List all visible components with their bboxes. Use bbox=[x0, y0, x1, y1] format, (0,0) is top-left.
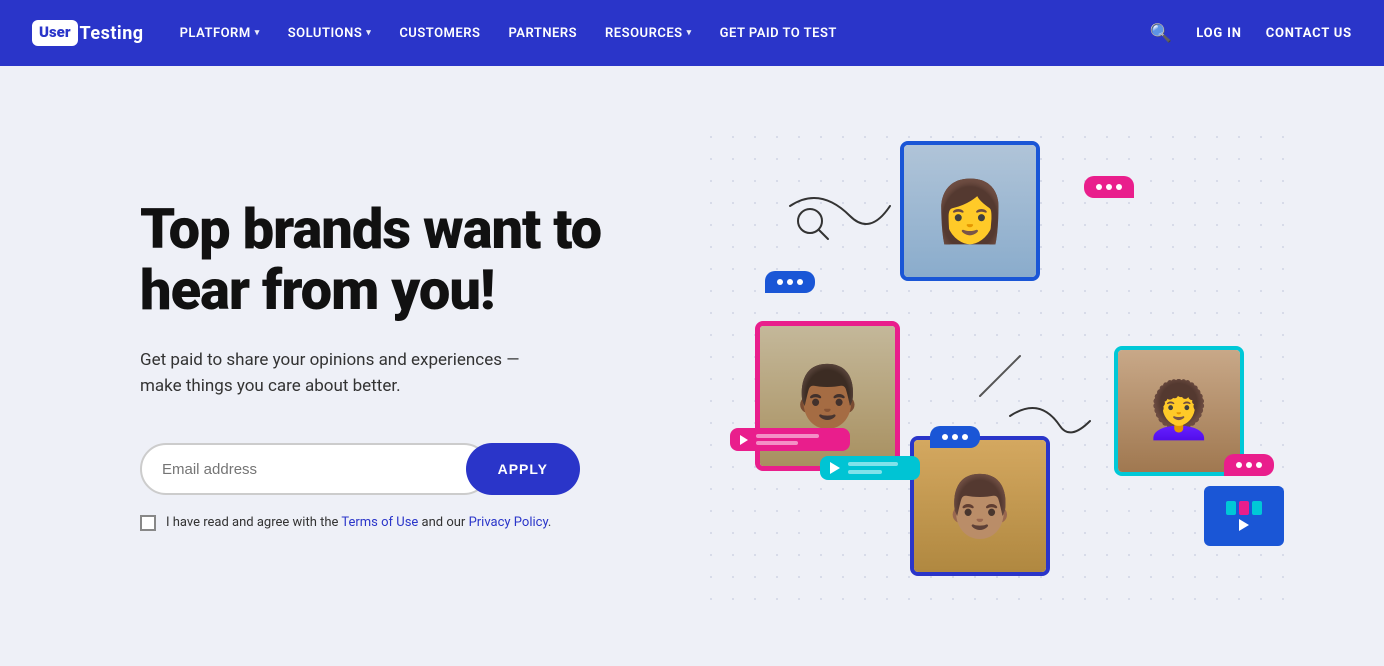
play-icon bbox=[1239, 519, 1249, 531]
privacy-policy-link[interactable]: Privacy Policy bbox=[469, 515, 548, 530]
film-strip bbox=[1204, 486, 1284, 546]
terms-checkbox[interactable] bbox=[140, 515, 156, 531]
bubble-dot bbox=[1116, 184, 1122, 190]
chat-bubble-4 bbox=[1224, 454, 1274, 476]
video-play-bar-2 bbox=[730, 428, 850, 451]
email-input[interactable] bbox=[162, 461, 468, 478]
chevron-down-icon: ▾ bbox=[255, 28, 260, 38]
apply-button[interactable]: APPLY bbox=[466, 443, 580, 495]
bubble-dot bbox=[1256, 462, 1262, 468]
play-icon bbox=[740, 435, 748, 445]
nav-partners[interactable]: PARTNERS bbox=[508, 26, 577, 41]
logo-testing-text: Testing bbox=[80, 23, 144, 44]
chat-bubble-3 bbox=[930, 426, 980, 448]
bubble-dot bbox=[1246, 462, 1252, 468]
bubble-dot bbox=[1096, 184, 1102, 190]
terms-row: I have read and agree with the Terms of … bbox=[140, 513, 560, 533]
hero-subtitle: Get paid to share your opinions and expe… bbox=[140, 348, 560, 399]
hero-section: Top brands want to hear from you! Get pa… bbox=[0, 66, 1384, 666]
nav-links: PLATFORM ▾ SOLUTIONS ▾ CUSTOMERS PARTNER… bbox=[180, 26, 1150, 41]
bubble-dot bbox=[952, 434, 958, 440]
chevron-down-icon: ▾ bbox=[687, 28, 692, 38]
contact-link[interactable]: CONTACT US bbox=[1266, 26, 1352, 41]
logo[interactable]: User Testing bbox=[32, 20, 144, 46]
bubble-dot bbox=[787, 279, 793, 285]
nav-platform[interactable]: PLATFORM ▾ bbox=[180, 26, 260, 41]
logo-user-box: User bbox=[32, 20, 78, 46]
terms-text: I have read and agree with the Terms of … bbox=[166, 513, 551, 533]
person-card-4: 👨🏽 bbox=[910, 436, 1050, 576]
bubble-dot bbox=[777, 279, 783, 285]
chat-bubble-1 bbox=[765, 271, 815, 293]
person-card-3: 👩‍🦱 bbox=[1114, 346, 1244, 476]
hero-title: Top brands want to hear from you! bbox=[140, 199, 660, 320]
nav-solutions[interactable]: SOLUTIONS ▾ bbox=[288, 26, 372, 41]
bubble-dot bbox=[797, 279, 803, 285]
chat-bubble-2 bbox=[1084, 176, 1134, 198]
terms-of-use-link[interactable]: Terms of Use bbox=[341, 515, 418, 530]
bubble-dot bbox=[1106, 184, 1112, 190]
email-input-wrap bbox=[140, 443, 490, 495]
email-form: APPLY bbox=[140, 443, 580, 495]
nav-get-paid[interactable]: GET PAID TO TEST bbox=[720, 26, 837, 41]
bubble-dot bbox=[1236, 462, 1242, 468]
hero-illustration: 👩 👨🏾 👩‍🦱 👨🏽 bbox=[700, 126, 1304, 606]
nav-customers[interactable]: CUSTOMERS bbox=[399, 26, 480, 41]
nav-resources[interactable]: RESOURCES ▾ bbox=[605, 26, 692, 41]
chevron-down-icon: ▾ bbox=[366, 28, 371, 38]
login-link[interactable]: LOG IN bbox=[1196, 26, 1241, 41]
nav-right: 🔍 LOG IN CONTACT US bbox=[1150, 23, 1352, 44]
hero-left: Top brands want to hear from you! Get pa… bbox=[140, 199, 660, 532]
bubble-dot bbox=[962, 434, 968, 440]
bubble-dot bbox=[942, 434, 948, 440]
navbar: User Testing PLATFORM ▾ SOLUTIONS ▾ CUST… bbox=[0, 0, 1384, 66]
person-card-1: 👩 bbox=[900, 141, 1040, 281]
video-play-bar-1 bbox=[820, 456, 920, 480]
play-icon bbox=[830, 462, 840, 474]
search-icon[interactable]: 🔍 bbox=[1150, 23, 1172, 44]
